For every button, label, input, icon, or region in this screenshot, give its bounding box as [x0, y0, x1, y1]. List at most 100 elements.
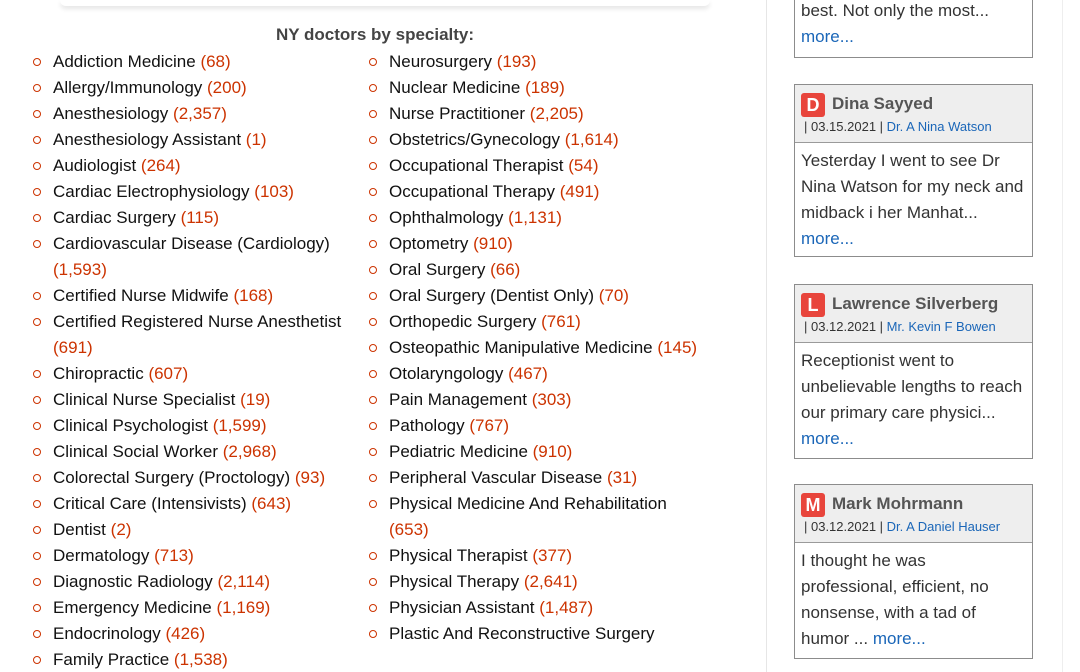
specialty-name[interactable]: Diagnostic Radiology — [53, 572, 213, 591]
specialty-name[interactable]: Audiologist — [53, 156, 136, 175]
specialty-name[interactable]: Orthopedic Surgery — [389, 312, 536, 331]
specialty-item[interactable]: Pain Management (303) — [369, 387, 699, 413]
specialty-item[interactable]: Oral Surgery (66) — [369, 257, 699, 283]
specialty-item[interactable]: Addiction Medicine (68) — [33, 49, 363, 75]
specialty-item[interactable]: Family Practice (1,538) — [33, 647, 363, 672]
specialty-item[interactable]: Peripheral Vascular Disease (31) — [369, 465, 699, 491]
specialty-name[interactable]: Clinical Nurse Specialist — [53, 390, 235, 409]
specialty-name[interactable]: Osteopathic Manipulative Medicine — [389, 338, 653, 357]
specialty-item[interactable]: Endocrinology (426) — [33, 621, 363, 647]
specialty-item[interactable]: Occupational Therapist (54) — [369, 153, 699, 179]
specialty-name[interactable]: Certified Nurse Midwife — [53, 286, 229, 305]
specialty-name[interactable]: Certified Registered Nurse Anesthetist — [53, 312, 341, 331]
specialty-item[interactable]: Physical Therapy (2,641) — [369, 569, 699, 595]
more-link[interactable]: more... — [801, 27, 854, 46]
specialty-name[interactable]: Occupational Therapist — [389, 156, 564, 175]
specialty-name[interactable]: Dermatology — [53, 546, 149, 565]
specialty-name[interactable]: Obstetrics/Gynecology — [389, 130, 560, 149]
specialty-item[interactable]: Clinical Social Worker (2,968) — [33, 439, 363, 465]
specialty-name[interactable]: Physical Therapist — [389, 546, 528, 565]
specialty-name[interactable]: Family Practice — [53, 650, 169, 669]
specialty-name[interactable]: Cardiac Surgery — [53, 208, 176, 227]
specialty-item[interactable]: Critical Care (Intensivists) (643) — [33, 491, 363, 517]
specialty-item[interactable]: Diagnostic Radiology (2,114) — [33, 569, 363, 595]
specialty-name[interactable]: Pain Management — [389, 390, 527, 409]
specialty-name[interactable]: Endocrinology — [53, 624, 161, 643]
specialty-item[interactable]: Optometry (910) — [369, 231, 699, 257]
specialty-item[interactable]: Nurse Practitioner (2,205) — [369, 101, 699, 127]
specialty-item[interactable]: Orthopedic Surgery (761) — [369, 309, 699, 335]
specialty-name[interactable]: Cardiovascular Disease (Cardiology) — [53, 234, 330, 253]
specialty-item[interactable]: Colorectal Surgery (Proctology) (93) — [33, 465, 363, 491]
specialty-item[interactable]: Anesthesiology Assistant (1) — [33, 127, 363, 153]
specialty-item[interactable]: Dentist (2) — [33, 517, 363, 543]
specialty-item[interactable]: Cardiovascular Disease (Cardiology) (1,5… — [33, 231, 363, 283]
specialty-name[interactable]: Emergency Medicine — [53, 598, 212, 617]
specialty-item[interactable]: Otolaryngology (467) — [369, 361, 699, 387]
specialty-item[interactable]: Cardiac Surgery (115) — [33, 205, 363, 231]
specialty-name[interactable]: Colorectal Surgery (Proctology) — [53, 468, 290, 487]
specialty-item[interactable]: Clinical Nurse Specialist (19) — [33, 387, 363, 413]
specialty-name[interactable]: Otolaryngology — [389, 364, 503, 383]
specialty-name[interactable]: Physician Assistant — [389, 598, 535, 617]
specialty-item[interactable]: Emergency Medicine (1,169) — [33, 595, 363, 621]
specialty-item[interactable]: Dermatology (713) — [33, 543, 363, 569]
specialty-item[interactable]: Anesthesiology (2,357) — [33, 101, 363, 127]
specialty-item[interactable]: Certified Nurse Midwife (168) — [33, 283, 363, 309]
specialty-item[interactable]: Certified Registered Nurse Anesthetist (… — [33, 309, 363, 361]
specialty-name[interactable]: Nuclear Medicine — [389, 78, 520, 97]
specialty-name[interactable]: Chiropractic — [53, 364, 144, 383]
specialty-name[interactable]: Oral Surgery — [389, 260, 485, 279]
specialty-name[interactable]: Occupational Therapy — [389, 182, 555, 201]
reviewer-name: Lawrence Silverberg — [832, 294, 999, 313]
specialty-name[interactable]: Anesthesiology Assistant — [53, 130, 241, 149]
specialty-name[interactable]: Neurosurgery — [389, 52, 492, 71]
specialty-name[interactable]: Plastic And Reconstructive Surgery — [389, 624, 655, 643]
specialty-count: (426) — [165, 624, 206, 643]
specialty-item[interactable]: Pathology (767) — [369, 413, 699, 439]
specialty-name[interactable]: Dentist — [53, 520, 106, 539]
specialty-name[interactable]: Nurse Practitioner — [389, 104, 525, 123]
specialty-name[interactable]: Ophthalmology — [389, 208, 503, 227]
review-text: Yesterday I went to see Dr Nina Watson f… — [795, 143, 1032, 256]
specialty-name[interactable]: Critical Care (Intensivists) — [53, 494, 247, 513]
circle-bullet-icon — [33, 110, 41, 118]
specialty-name[interactable]: Oral Surgery (Dentist Only) — [389, 286, 594, 305]
specialty-name[interactable]: Pediatric Medicine — [389, 442, 528, 461]
specialty-item[interactable]: Allergy/Immunology (200) — [33, 75, 363, 101]
specialty-item[interactable]: Physical Medicine And Rehabilitation (65… — [369, 491, 699, 543]
specialty-name[interactable]: Physical Medicine And Rehabilitation — [389, 494, 667, 513]
specialty-item[interactable]: Pediatric Medicine (910) — [369, 439, 699, 465]
specialty-item[interactable]: Occupational Therapy (491) — [369, 179, 699, 205]
specialty-item[interactable]: Neurosurgery (193) — [369, 49, 699, 75]
specialty-name[interactable]: Cardiac Electrophysiology — [53, 182, 250, 201]
specialty-item[interactable]: Osteopathic Manipulative Medicine (145) — [369, 335, 699, 361]
specialty-item[interactable]: Audiologist (264) — [33, 153, 363, 179]
specialty-name[interactable]: Allergy/Immunology — [53, 78, 202, 97]
specialty-name[interactable]: Peripheral Vascular Disease — [389, 468, 602, 487]
doctor-link[interactable]: Dr. A Daniel Hauser — [887, 519, 1000, 534]
more-link[interactable]: more... — [801, 229, 854, 248]
specialty-item[interactable]: Plastic And Reconstructive Surgery — [369, 621, 699, 647]
doctor-link[interactable]: Dr. A Nina Watson — [887, 119, 992, 134]
specialty-name[interactable]: Anesthesiology — [53, 104, 168, 123]
specialty-item[interactable]: Physical Therapist (377) — [369, 543, 699, 569]
specialty-name[interactable]: Clinical Social Worker — [53, 442, 218, 461]
doctor-link[interactable]: Mr. Kevin F Bowen — [887, 319, 996, 334]
specialty-item[interactable]: Oral Surgery (Dentist Only) (70) — [369, 283, 699, 309]
specialty-name[interactable]: Addiction Medicine — [53, 52, 196, 71]
specialty-name[interactable]: Clinical Psychologist — [53, 416, 208, 435]
more-link[interactable]: more... — [801, 429, 854, 448]
more-link[interactable]: more... — [873, 629, 926, 648]
specialty-item[interactable]: Chiropractic (607) — [33, 361, 363, 387]
specialty-item[interactable]: Clinical Psychologist (1,599) — [33, 413, 363, 439]
specialty-item[interactable]: Nuclear Medicine (189) — [369, 75, 699, 101]
specialty-item[interactable]: Ophthalmology (1,131) — [369, 205, 699, 231]
specialty-name[interactable]: Physical Therapy — [389, 572, 519, 591]
specialty-item[interactable]: Cardiac Electrophysiology (103) — [33, 179, 363, 205]
specialty-item[interactable]: Obstetrics/Gynecology (1,614) — [369, 127, 699, 153]
specialty-name[interactable]: Pathology — [389, 416, 465, 435]
specialty-item[interactable]: Physician Assistant (1,487) — [369, 595, 699, 621]
specialty-count: (467) — [508, 364, 548, 383]
specialty-name[interactable]: Optometry — [389, 234, 468, 253]
